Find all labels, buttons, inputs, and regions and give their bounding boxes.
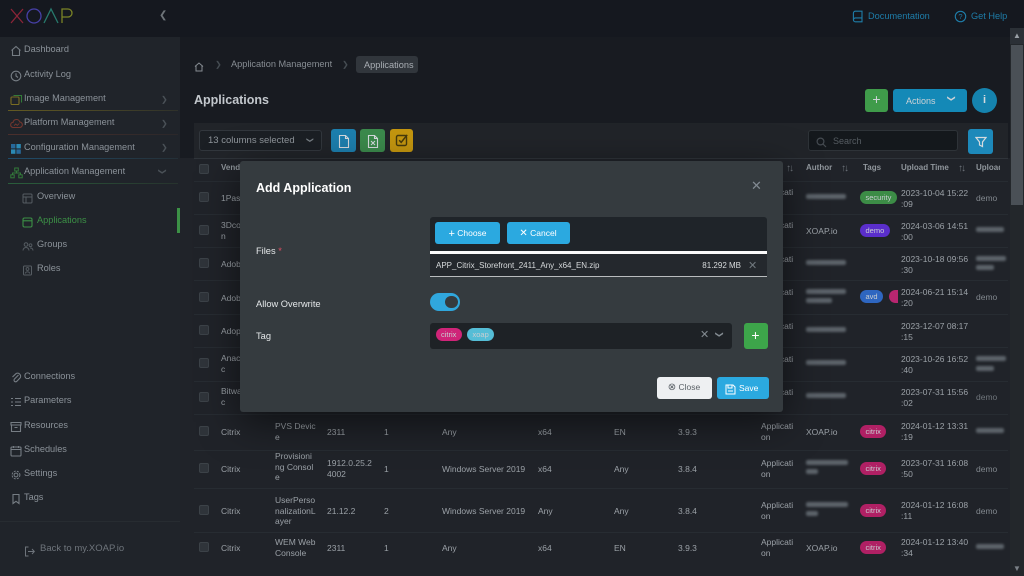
svg-text:?: ? xyxy=(958,12,962,21)
